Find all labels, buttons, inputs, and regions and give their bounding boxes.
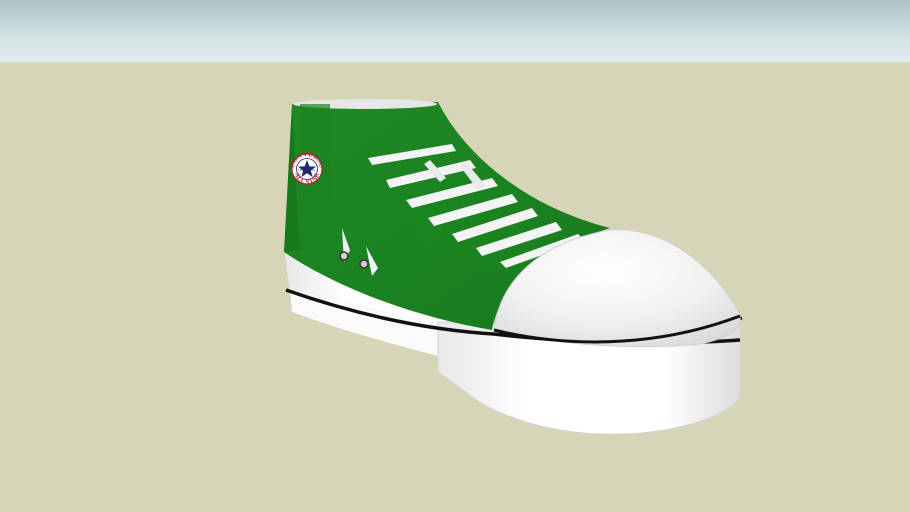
sketchup-scene: CONVERSE ALL STAR Chuck Taylor (0, 0, 910, 512)
eyelet-2 (359, 259, 369, 269)
shoe-model: CONVERSE ALL STAR Chuck Taylor (283, 99, 743, 435)
logo-signature: Chuck Taylor (298, 168, 316, 172)
eyelet-1 (339, 251, 349, 261)
